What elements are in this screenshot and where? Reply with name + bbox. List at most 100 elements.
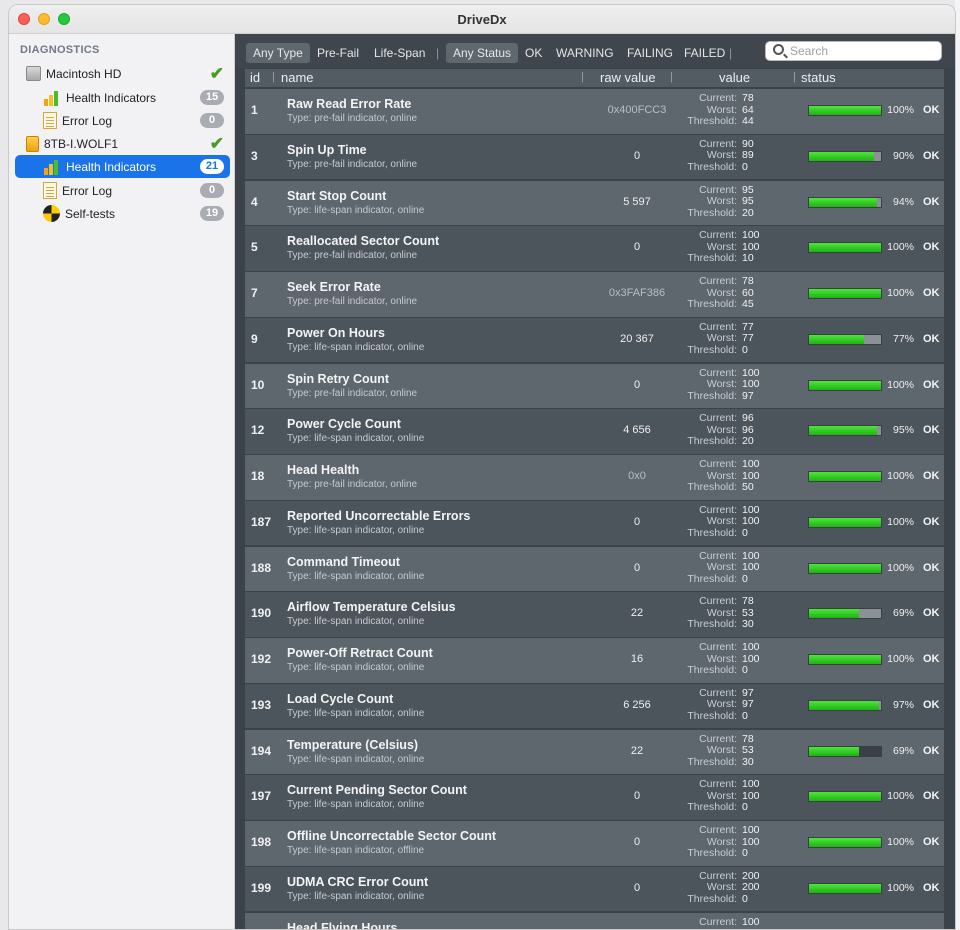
sidebar-item-label: Error Log xyxy=(62,113,113,128)
indicator-name: Start Stop Count xyxy=(287,188,387,203)
current-value: 78 xyxy=(742,92,754,104)
filter-failing[interactable]: FAILING xyxy=(620,43,680,63)
log-document-icon xyxy=(43,182,57,199)
table-row[interactable]: 187 Reported Uncorrectable Errors Type: li… xyxy=(245,500,944,546)
status-label: OK xyxy=(923,744,940,757)
health-progress-bar xyxy=(808,105,882,116)
threshold-value: 0 xyxy=(742,572,748,585)
table-row[interactable]: 12 Power Cycle Count Type: life-span indic… xyxy=(245,409,944,454)
current-value: 100 xyxy=(742,824,760,836)
table-row[interactable]: 193 Load Cycle Count Type: life-span indic… xyxy=(245,683,944,729)
indicator-id: 190 xyxy=(251,606,272,621)
sidebar-item-8tb-wolf[interactable]: 8TB-I.WOLF1 ✔ xyxy=(26,132,230,155)
filter-any-status[interactable]: Any Status xyxy=(446,43,519,63)
filter-any-type[interactable]: Any Type xyxy=(246,43,310,63)
value-block: Current: 100 Worst: 100 Threshold: 0 xyxy=(675,550,785,586)
health-progress-fill xyxy=(809,106,881,115)
status-label: OK xyxy=(923,104,940,116)
worst-value: 53 xyxy=(742,744,754,756)
table-row[interactable]: 190 Airflow Temperature Celsius Type: life… xyxy=(245,592,944,637)
health-progress-fill xyxy=(809,151,874,161)
indicator-type: Type: life-span indicator, online xyxy=(287,204,425,216)
column-header-raw-value[interactable]: raw value xyxy=(600,70,656,85)
health-progress-bar xyxy=(808,608,882,620)
column-header-id[interactable]: id xyxy=(250,70,260,85)
health-progress-fill xyxy=(809,838,881,847)
indicator-name: Raw Read Error Rate xyxy=(287,97,412,111)
indicator-name: Reallocated Sector Count xyxy=(287,234,440,249)
table-row[interactable]: 199 UDMA CRC Error Count Type: life-span i… xyxy=(245,866,944,912)
threshold-value: 10 xyxy=(742,252,754,265)
column-divider: | xyxy=(793,71,796,83)
indicator-type: Type: life-span indicator, online xyxy=(287,433,425,445)
threshold-value: 97 xyxy=(742,389,754,402)
health-progress-fill xyxy=(809,380,881,390)
table-row[interactable]: 3 Spin Up Time Type: pre-fail indicator, o… xyxy=(245,134,944,180)
status-label: OK xyxy=(923,424,940,437)
filter-warning[interactable]: WARNING xyxy=(549,43,621,63)
filter-ok[interactable]: OK xyxy=(518,43,549,63)
sidebar-item-self-tests[interactable]: Self-tests 19 xyxy=(43,202,230,225)
health-progress-fill xyxy=(809,243,881,253)
filter-failed[interactable]: FAILED xyxy=(677,43,732,63)
threshold-value: 20 xyxy=(742,435,754,448)
table-row[interactable]: 1 Raw Read Error Rate Type: pre-fail indic… xyxy=(245,89,944,134)
table-row[interactable]: 194 Temperature (Celsius) Type: life-span … xyxy=(245,729,944,775)
current-label: Current: xyxy=(699,275,737,287)
sidebar-item-macintosh-hd[interactable]: Macintosh HD ✔ xyxy=(26,62,230,85)
column-header-name[interactable]: name xyxy=(281,70,314,85)
current-value: 100 xyxy=(742,641,760,653)
table-row[interactable]: 9 Power On Hours Type: life-span indicator… xyxy=(245,317,944,363)
worst-label: Worst: xyxy=(706,195,737,207)
window-title: DriveDx xyxy=(457,12,507,27)
table-row[interactable]: Head Flying Hours Current: 100 xyxy=(245,912,944,929)
indicator-name: Reported Uncorrectable Errors xyxy=(287,508,471,523)
health-progress-bar xyxy=(808,471,882,482)
table-row[interactable]: 4 Start Stop Count Type: life-span indicat… xyxy=(245,180,944,226)
health-percent: 69% xyxy=(892,607,914,620)
indicator-type: Type: life-span indicator, online xyxy=(287,570,425,582)
indicator-name: Command Timeout xyxy=(287,554,400,569)
table-row[interactable]: 7 Seek Error Rate Type: pre-fail indicator… xyxy=(245,272,944,317)
filter-life-span[interactable]: Life-Span xyxy=(367,43,432,63)
table-row[interactable]: 188 Command Timeout Type: life-span indica… xyxy=(245,546,944,592)
drivedx-window: DriveDx DIAGNOSTICS Macintosh HD ✔ Healt… xyxy=(8,4,956,930)
worst-value: 95 xyxy=(742,195,754,207)
sidebar: DIAGNOSTICS Macintosh HD ✔ Health Indica… xyxy=(9,34,235,929)
worst-label: Worst: xyxy=(706,744,737,756)
column-header-value[interactable]: value xyxy=(719,70,750,85)
search-input[interactable] xyxy=(790,43,935,59)
health-progress-bar xyxy=(808,150,882,162)
worst-value: 100 xyxy=(742,561,760,573)
sidebar-item-health-indicators-mac[interactable]: Health Indicators 15 xyxy=(43,86,230,109)
filter-pre-fail[interactable]: Pre-Fail xyxy=(310,43,366,63)
health-progress-fill xyxy=(809,609,859,619)
health-progress-fill xyxy=(809,472,881,481)
sidebar-item-error-log-mac[interactable]: Error Log 0 xyxy=(43,109,230,132)
threshold-label: Threshold: xyxy=(687,115,737,127)
table-row[interactable]: 192 Power-Off Retract Count Type: life-spa… xyxy=(245,638,944,683)
log-document-icon xyxy=(43,112,57,129)
self-test-icon xyxy=(43,205,60,222)
bar-chart-icon xyxy=(43,89,61,107)
health-percent: 100% xyxy=(887,881,914,894)
status-label: OK xyxy=(923,149,940,162)
health-progress-fill xyxy=(809,883,881,893)
table-row[interactable]: 18 Head Health Type: pre-fail indicator, o… xyxy=(245,455,944,500)
search-field[interactable] xyxy=(765,41,942,61)
table-row[interactable]: 10 Spin Retry Count Type: pre-fail indicat… xyxy=(245,363,944,409)
value-block: Current: 100 Worst: 100 Threshold: 0 xyxy=(675,504,785,540)
sidebar-item-health-indicators-wolf[interactable]: Health Indicators 21 xyxy=(15,155,230,178)
table-row[interactable]: 5 Reallocated Sector Count Type: pre-fail … xyxy=(245,226,944,271)
column-divider: | xyxy=(272,71,275,83)
table-row[interactable]: 198 Offline Uncorrectable Sector Count Typ… xyxy=(245,821,944,866)
indicator-name: Spin Retry Count xyxy=(287,371,390,386)
sidebar-item-error-log-wolf[interactable]: Error Log 0 xyxy=(43,179,230,202)
indicator-id: 12 xyxy=(251,423,265,438)
health-progress-bar xyxy=(808,791,882,803)
column-header-status[interactable]: status xyxy=(801,70,836,85)
table-row[interactable]: 197 Current Pending Sector Count Type: lif… xyxy=(245,775,944,820)
indicator-type: Type: pre-fail indicator, online xyxy=(287,250,418,262)
indicator-name: Current Pending Sector Count xyxy=(287,783,467,798)
search-icon xyxy=(773,44,784,55)
